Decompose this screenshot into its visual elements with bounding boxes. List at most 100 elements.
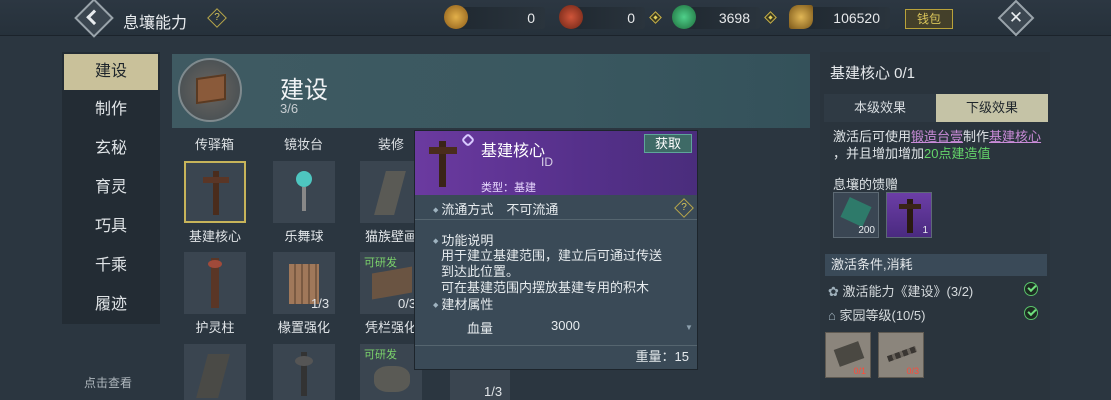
forge-link[interactable]: 锻造台壹	[911, 129, 963, 144]
cannon-icon	[374, 366, 410, 392]
category-title: 建设	[280, 77, 328, 104]
grid-item-spirit-pillar[interactable]	[184, 252, 246, 314]
currency-ingot-value: 106520	[833, 10, 880, 26]
currency-red: 0	[559, 5, 645, 29]
railing-icon	[372, 266, 412, 300]
grid-item[interactable]: 可研发	[360, 344, 422, 400]
tab-next-level[interactable]: 下级效果	[936, 94, 1048, 122]
menu-item-tools[interactable]: 巧具	[62, 207, 160, 246]
grid-item-core[interactable]	[184, 161, 246, 223]
ability-icon: ✿	[828, 284, 839, 299]
question-icon: ?	[681, 202, 687, 213]
stone-slab-icon	[833, 341, 865, 367]
item-tooltip: 基建核心 ID 获取 类型：基建 流通方式 不可流通 ? 功能说明 用于建立基建…	[414, 130, 698, 370]
category-menu: 建设 制作 玄秘 育灵 巧具 千乘 履迹	[62, 52, 160, 324]
currency-jade-value: 3698	[718, 10, 750, 26]
wood-block-icon	[196, 73, 226, 105]
condition-text: 家园等级(10/5)	[839, 308, 926, 323]
grid-item[interactable]	[273, 344, 335, 400]
currency-gold: 0	[444, 5, 545, 29]
wall-icon	[196, 354, 230, 398]
add-currency-icon[interactable]	[764, 11, 777, 24]
close-button[interactable]: ✕	[997, 0, 1035, 37]
close-icon: ✕	[1008, 8, 1024, 27]
menu-item-footprints[interactable]: 履迹	[62, 285, 160, 324]
material-count: 0/1	[853, 366, 866, 376]
totem-arm	[203, 177, 229, 183]
grid-item-label: 基建核心	[188, 229, 241, 244]
ball-icon	[296, 171, 312, 187]
attribute-value: 3000	[551, 318, 580, 333]
column-header: 传驿箱	[195, 137, 235, 152]
reward-slot[interactable]: 1	[886, 192, 932, 238]
reward-slot[interactable]: 200	[833, 192, 879, 238]
progress-count: 1/3	[311, 296, 330, 311]
menu-item-build[interactable]: 建设	[64, 54, 158, 90]
grid-item[interactable]: 1/3	[450, 366, 510, 400]
build-category-icon	[178, 58, 242, 122]
menu-item-mystic[interactable]: 玄秘	[62, 129, 160, 168]
tooltip-header: 基建核心 ID 获取 类型：基建	[415, 131, 697, 195]
material-count: 0/3	[906, 366, 919, 376]
menu-item-craft[interactable]: 制作	[62, 90, 160, 129]
column-header: 镜妆台	[284, 137, 324, 152]
ability-title: 基建核心 0/1	[830, 65, 916, 82]
column-header: 装修	[378, 137, 405, 152]
currency-red-value: 0	[627, 10, 635, 26]
grid-item-label: 椽置强化	[277, 320, 330, 335]
reward-count: 1	[922, 225, 928, 236]
desc-text: ，并且增加增加	[833, 146, 925, 161]
grid-item[interactable]	[184, 344, 246, 400]
gold-ingot-icon	[789, 5, 813, 29]
ball-stand	[302, 187, 306, 211]
green-crystal-icon	[840, 196, 872, 228]
chain-icon	[886, 346, 918, 362]
help-button[interactable]: ?	[674, 198, 694, 218]
circulation-info: 流通方式 不可流通	[433, 199, 558, 218]
core-link[interactable]: 基建核心	[989, 129, 1041, 144]
check-icon	[1024, 282, 1038, 296]
grid-item-rafter[interactable]: 1/3	[273, 252, 335, 314]
mural-icon	[374, 171, 406, 215]
help-button[interactable]: ?	[207, 8, 227, 28]
totem-arm	[429, 147, 457, 154]
research-tag: 可研发	[364, 349, 397, 361]
menu-item-nurture[interactable]: 育灵	[62, 168, 160, 207]
question-icon: ?	[214, 12, 220, 23]
add-currency-icon[interactable]	[649, 11, 662, 24]
back-button[interactable]	[74, 0, 114, 38]
grid-item-cat-mural[interactable]	[360, 161, 422, 223]
tooltip-item-id: ID	[541, 155, 553, 169]
attribute-name: 血量	[467, 321, 494, 336]
material-slot[interactable]: 0/3	[878, 332, 924, 378]
material-slot[interactable]: 0/1	[825, 332, 871, 378]
reward-title: 息壤的馈赠	[833, 177, 899, 192]
grid-item-label: 乐舞球	[284, 229, 324, 244]
item-weight: 重量：15	[635, 349, 689, 364]
top-bar: 息壤能力 ? 0 0 3698 106520 钱包 ✕	[0, 0, 1111, 38]
wallet-button[interactable]: 钱包	[905, 9, 953, 29]
category-progress: 3/6	[280, 101, 299, 116]
tooltip-item-name: 基建核心	[481, 143, 546, 160]
grid-item-dance-ball[interactable]	[273, 161, 335, 223]
desc-text: 激活后可使用	[833, 129, 912, 144]
get-button[interactable]: 获取	[644, 134, 692, 153]
attribute-title: 建材属性	[433, 294, 493, 313]
check-icon	[1024, 306, 1038, 320]
condition-header: 激活条件,消耗	[825, 254, 1047, 276]
link-icon[interactable]	[460, 132, 476, 148]
grid-item-railing[interactable]: 可研发 0/3	[360, 252, 422, 314]
scroll-down-icon[interactable]: ▼	[685, 323, 693, 332]
tooltip-item-type: 类型：基建	[481, 182, 536, 194]
divider	[415, 219, 697, 220]
tab-current-level[interactable]: 本级效果	[824, 94, 936, 122]
condition-text: 激活能力《建设》(3/2)	[842, 284, 974, 299]
totem-arm	[899, 204, 921, 209]
gold-coin-icon	[444, 5, 468, 29]
menu-item-vehicles[interactable]: 千乘	[62, 246, 160, 285]
view-hint[interactable]: 点击查看	[84, 374, 132, 391]
jade-icon	[672, 5, 696, 29]
currency-gold-value: 0	[527, 10, 535, 26]
currency-ingot: 106520	[789, 5, 890, 29]
progress-count: 1/3	[484, 384, 503, 399]
